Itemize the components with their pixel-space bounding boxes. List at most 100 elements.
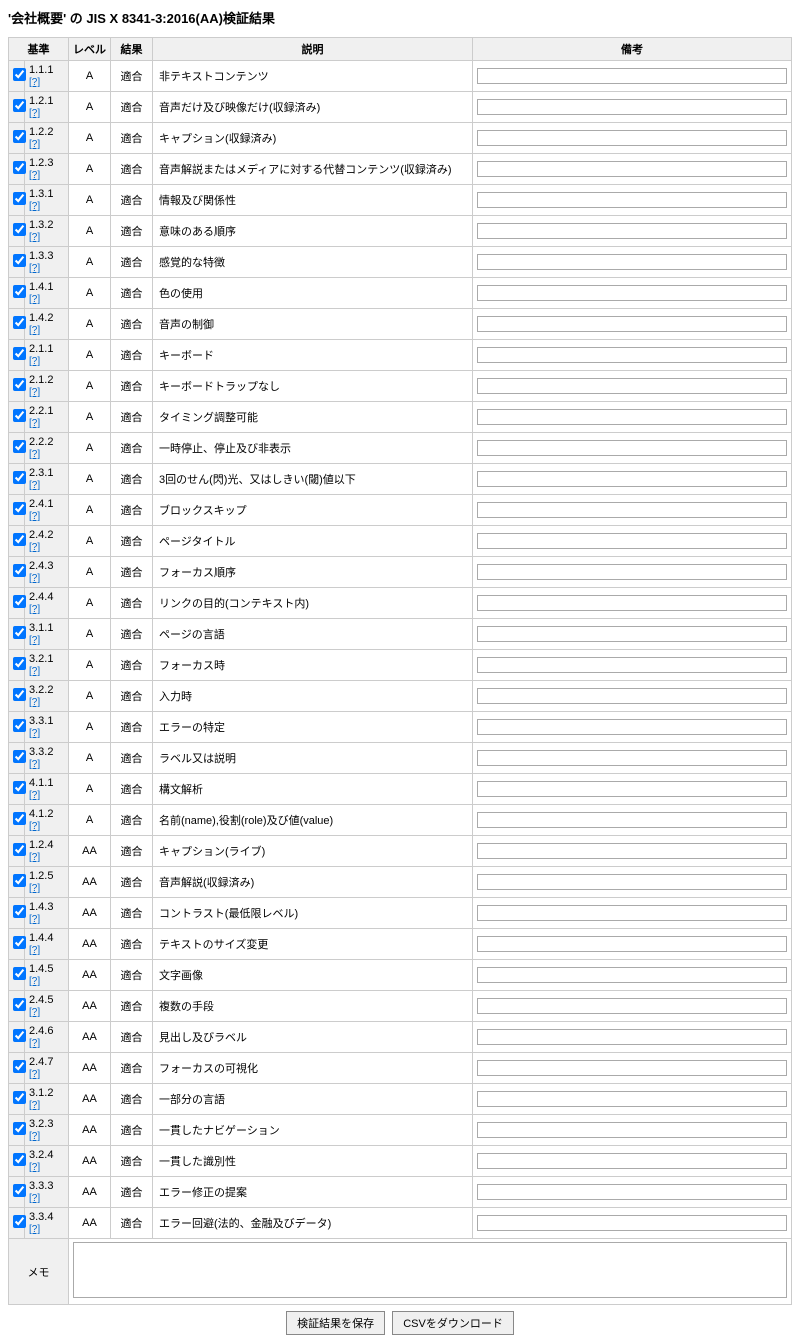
row-checkbox[interactable] <box>13 316 26 329</box>
note-input[interactable] <box>477 99 787 115</box>
help-link[interactable]: [?] <box>29 387 40 398</box>
note-input[interactable] <box>477 812 787 828</box>
note-input[interactable] <box>477 409 787 425</box>
note-input[interactable] <box>477 378 787 394</box>
help-link[interactable]: [?] <box>29 1193 40 1204</box>
help-link[interactable]: [?] <box>29 294 40 305</box>
note-input[interactable] <box>477 161 787 177</box>
help-link[interactable]: [?] <box>29 232 40 243</box>
help-link[interactable]: [?] <box>29 1131 40 1142</box>
help-link[interactable]: [?] <box>29 1038 40 1049</box>
note-input[interactable] <box>477 657 787 673</box>
help-link[interactable]: [?] <box>29 1100 40 1111</box>
help-link[interactable]: [?] <box>29 1224 40 1235</box>
help-link[interactable]: [?] <box>29 139 40 150</box>
note-input[interactable] <box>477 626 787 642</box>
note-input[interactable] <box>477 471 787 487</box>
row-checkbox[interactable] <box>13 1215 26 1228</box>
help-link[interactable]: [?] <box>29 480 40 491</box>
help-link[interactable]: [?] <box>29 77 40 88</box>
help-link[interactable]: [?] <box>29 914 40 925</box>
row-checkbox[interactable] <box>13 533 26 546</box>
help-link[interactable]: [?] <box>29 542 40 553</box>
row-checkbox[interactable] <box>13 781 26 794</box>
help-link[interactable]: [?] <box>29 821 40 832</box>
row-checkbox[interactable] <box>13 192 26 205</box>
help-link[interactable]: [?] <box>29 635 40 646</box>
row-checkbox[interactable] <box>13 564 26 577</box>
row-checkbox[interactable] <box>13 812 26 825</box>
row-checkbox[interactable] <box>13 1091 26 1104</box>
row-checkbox[interactable] <box>13 223 26 236</box>
note-input[interactable] <box>477 1153 787 1169</box>
help-link[interactable]: [?] <box>29 976 40 987</box>
row-checkbox[interactable] <box>13 1029 26 1042</box>
row-checkbox[interactable] <box>13 440 26 453</box>
note-input[interactable] <box>477 192 787 208</box>
row-checkbox[interactable] <box>13 254 26 267</box>
note-input[interactable] <box>477 1122 787 1138</box>
note-input[interactable] <box>477 316 787 332</box>
note-input[interactable] <box>477 1060 787 1076</box>
note-input[interactable] <box>477 1184 787 1200</box>
help-link[interactable]: [?] <box>29 666 40 677</box>
row-checkbox[interactable] <box>13 285 26 298</box>
row-checkbox[interactable] <box>13 1184 26 1197</box>
help-link[interactable]: [?] <box>29 511 40 522</box>
help-link[interactable]: [?] <box>29 883 40 894</box>
row-checkbox[interactable] <box>13 1153 26 1166</box>
note-input[interactable] <box>477 874 787 890</box>
row-checkbox[interactable] <box>13 471 26 484</box>
note-input[interactable] <box>477 936 787 952</box>
help-link[interactable]: [?] <box>29 1007 40 1018</box>
help-link[interactable]: [?] <box>29 573 40 584</box>
note-input[interactable] <box>477 688 787 704</box>
help-link[interactable]: [?] <box>29 945 40 956</box>
note-input[interactable] <box>477 998 787 1014</box>
note-input[interactable] <box>477 254 787 270</box>
csv-download-button[interactable]: CSVをダウンロード <box>392 1311 514 1335</box>
help-link[interactable]: [?] <box>29 852 40 863</box>
note-input[interactable] <box>477 1029 787 1045</box>
note-input[interactable] <box>477 533 787 549</box>
note-input[interactable] <box>477 595 787 611</box>
row-checkbox[interactable] <box>13 967 26 980</box>
row-checkbox[interactable] <box>13 750 26 763</box>
memo-textarea[interactable] <box>73 1242 787 1298</box>
note-input[interactable] <box>477 130 787 146</box>
note-input[interactable] <box>477 750 787 766</box>
row-checkbox[interactable] <box>13 1122 26 1135</box>
help-link[interactable]: [?] <box>29 201 40 212</box>
note-input[interactable] <box>477 502 787 518</box>
help-link[interactable]: [?] <box>29 356 40 367</box>
help-link[interactable]: [?] <box>29 108 40 119</box>
row-checkbox[interactable] <box>13 998 26 1011</box>
note-input[interactable] <box>477 68 787 84</box>
row-checkbox[interactable] <box>13 347 26 360</box>
note-input[interactable] <box>477 967 787 983</box>
help-link[interactable]: [?] <box>29 170 40 181</box>
note-input[interactable] <box>477 1091 787 1107</box>
help-link[interactable]: [?] <box>29 418 40 429</box>
row-checkbox[interactable] <box>13 409 26 422</box>
row-checkbox[interactable] <box>13 719 26 732</box>
help-link[interactable]: [?] <box>29 697 40 708</box>
help-link[interactable]: [?] <box>29 759 40 770</box>
help-link[interactable]: [?] <box>29 728 40 739</box>
row-checkbox[interactable] <box>13 68 26 81</box>
note-input[interactable] <box>477 719 787 735</box>
note-input[interactable] <box>477 440 787 456</box>
row-checkbox[interactable] <box>13 874 26 887</box>
row-checkbox[interactable] <box>13 905 26 918</box>
note-input[interactable] <box>477 564 787 580</box>
note-input[interactable] <box>477 781 787 797</box>
note-input[interactable] <box>477 843 787 859</box>
row-checkbox[interactable] <box>13 626 26 639</box>
row-checkbox[interactable] <box>13 378 26 391</box>
note-input[interactable] <box>477 905 787 921</box>
help-link[interactable]: [?] <box>29 263 40 274</box>
note-input[interactable] <box>477 285 787 301</box>
row-checkbox[interactable] <box>13 502 26 515</box>
save-button[interactable]: 検証結果を保存 <box>286 1311 385 1335</box>
row-checkbox[interactable] <box>13 99 26 112</box>
